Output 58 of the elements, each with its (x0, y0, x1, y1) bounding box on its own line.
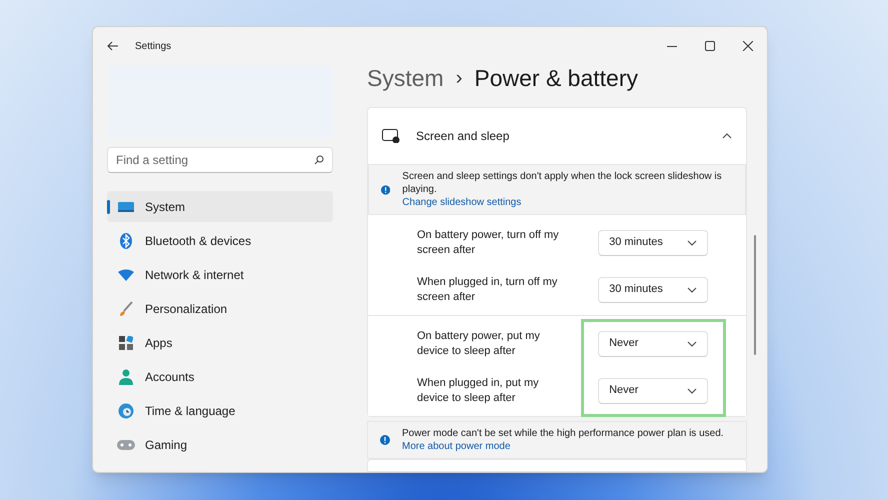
chevron-down-icon (687, 388, 698, 394)
sidebar-item[interactable]: Gaming (107, 429, 333, 460)
sidebar-item[interactable]: Network & internet (107, 259, 333, 290)
screen-moon-icon (382, 129, 400, 143)
sidebar-label: Time & language (145, 402, 236, 420)
expander-header[interactable]: Screen and sleep (368, 108, 746, 164)
info-link[interactable]: More about power mode (402, 440, 510, 453)
chevron-down-icon (687, 286, 698, 292)
close-icon (743, 41, 753, 51)
bluetooth-icon (120, 232, 132, 248)
sidebar-label: Gaming (145, 436, 188, 454)
brush-icon (119, 300, 133, 316)
sidebar-item[interactable]: System (107, 191, 333, 222)
gamepad-icon (117, 438, 135, 450)
dropdown[interactable]: 30 minutes (598, 276, 708, 302)
window-title: Settings (135, 40, 172, 54)
sidebar-item[interactable]: Time & language (107, 395, 333, 426)
dropdown[interactable]: 30 minutes (598, 230, 708, 256)
sidebar-label: Network & internet (145, 266, 244, 284)
chevron-down-icon (687, 240, 698, 246)
setting-label: On battery power, put my device to sleep after (417, 328, 541, 358)
search-icon (314, 155, 324, 165)
sidebar-label: Accounts (145, 368, 194, 386)
selection-indicator (107, 200, 110, 214)
breadcrumb-separator: › (456, 66, 462, 91)
sidebar-item[interactable]: Accounts (107, 361, 333, 392)
dropdown[interactable]: Never (598, 330, 708, 356)
apps-icon (119, 336, 133, 350)
info-text: Screen and sleep settings don't apply when the lock screen slideshow is playing. (402, 170, 723, 196)
page-title: Power & battery (474, 64, 638, 93)
back-arrow-icon[interactable] (107, 41, 119, 51)
sidebar-item[interactable]: Bluetooth & devices (107, 225, 333, 256)
sidebar-label: Apps (145, 334, 172, 352)
sidebar-label: System (145, 198, 186, 216)
sidebar-label: Personalization (145, 300, 228, 318)
setting-label: On battery power, turn off my screen after (417, 228, 560, 258)
sidebar-item[interactable]: Personalization (107, 293, 333, 324)
search-field[interactable]: Find a setting (107, 147, 333, 173)
globe-clock-icon (118, 402, 134, 418)
chevron-up-icon (722, 133, 732, 139)
breadcrumb-parent[interactable]: System (367, 60, 444, 96)
sidebar-label: Bluetooth & devices (145, 232, 252, 250)
info-link[interactable]: Change slideshow settings (402, 196, 522, 209)
expander-title: Screen and sleep (416, 128, 510, 145)
chevron-down-icon (687, 340, 698, 346)
info-text: Power mode can't be set while the high performance power plan is used. (402, 427, 724, 440)
monitor-icon (118, 200, 134, 212)
search-input[interactable]: Find a setting (116, 151, 314, 169)
dropdown[interactable]: Never (598, 378, 708, 404)
maximize-icon (705, 41, 715, 51)
scrollbar-thumb[interactable] (754, 235, 756, 355)
sidebar-item[interactable]: Apps (107, 327, 333, 358)
info-icon (381, 184, 390, 194)
wifi-icon (118, 268, 134, 280)
setting-label: When plugged in, put my device to sleep after (417, 376, 540, 406)
info-icon (380, 435, 390, 445)
setting-label: When plugged in, turn off my screen after (417, 274, 558, 304)
person-icon (119, 368, 133, 384)
